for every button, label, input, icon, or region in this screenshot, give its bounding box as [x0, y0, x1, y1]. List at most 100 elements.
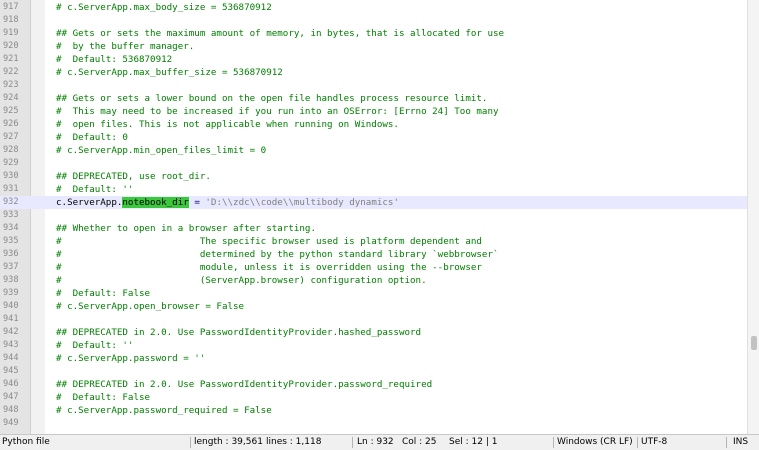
status-separator — [726, 437, 727, 448]
code-comment: # c.ServerApp.max_buffer_size = 53687091… — [56, 67, 283, 78]
code-line[interactable]: 924 ## Gets or sets a lower bound on the … — [0, 92, 748, 105]
scrollbar-thumb[interactable] — [751, 336, 757, 350]
line-number: 921 — [3, 54, 19, 64]
code-line[interactable]: 926 # open files. This is not applicable … — [0, 118, 748, 131]
code-comment: # c.ServerApp.max_body_size = 536870912 — [56, 2, 272, 13]
code-comment: ## Whether to open in a browser after st… — [56, 223, 316, 234]
line-number: 919 — [3, 28, 19, 38]
code-line[interactable]: 944 # c.ServerApp.password = '' — [0, 352, 748, 365]
code-comment: # by the buffer manager. — [56, 41, 195, 52]
string-literal: 'D:\\zdc\\code\\multibody dynamics' — [205, 197, 399, 208]
code-comment: # Default: '' — [56, 184, 134, 195]
code-line[interactable]: 943 # Default: '' — [0, 339, 748, 352]
code-line[interactable]: 928 # c.ServerApp.min_open_files_limit = … — [0, 144, 748, 157]
status-separator — [637, 437, 638, 448]
line-number: 922 — [3, 67, 19, 77]
code-line[interactable]: 941 — [0, 313, 748, 326]
code-line[interactable]: 929 — [0, 157, 748, 170]
code-line[interactable]: 923 — [0, 79, 748, 92]
line-number: 939 — [3, 288, 19, 298]
status-lines: lines : 1,118 — [266, 437, 322, 447]
vertical-scrollbar[interactable] — [747, 0, 759, 434]
code-line[interactable]: 920 # by the buffer manager. — [0, 40, 748, 53]
code-line[interactable]: 938 # (ServerApp.browser) configuration o… — [0, 274, 748, 287]
status-separator — [553, 437, 554, 448]
line-number: 928 — [3, 145, 19, 155]
line-number: 937 — [3, 262, 19, 272]
code-line[interactable]: 947 # Default: False — [0, 391, 748, 404]
status-bar: Python file length : 39,561 lines : 1,11… — [0, 434, 759, 450]
code-comment: ## DEPRECATED, use root_dir. — [56, 171, 211, 182]
code-comment: # Default: 0 — [56, 132, 128, 143]
line-number: 917 — [3, 2, 19, 12]
status-encoding: UTF-8 — [641, 437, 668, 447]
code-line[interactable]: 922 # c.ServerApp.max_buffer_size = 53687… — [0, 66, 748, 79]
status-eol: Windows (CR LF) — [557, 437, 633, 447]
line-number: 940 — [3, 301, 19, 311]
line-number: 935 — [3, 236, 19, 246]
code-comment: ## Gets or sets the maximum amount of me… — [56, 28, 505, 39]
line-number: 927 — [3, 132, 19, 142]
line-number: 933 — [3, 210, 19, 220]
line-number: 945 — [3, 366, 19, 376]
code-line-current[interactable]: 932 c.ServerApp.notebook_dir = 'D:\\zdc\\… — [0, 196, 748, 209]
line-number: 946 — [3, 379, 19, 389]
line-number: 941 — [3, 314, 19, 324]
code-line[interactable]: 921 # Default: 536870912 — [0, 53, 748, 66]
status-file-type: Python file — [2, 437, 50, 447]
code-comment: # open files. This is not applicable whe… — [56, 119, 399, 130]
line-number: 938 — [3, 275, 19, 285]
code-line[interactable]: 933 — [0, 209, 748, 222]
status-col: Col : 25 — [402, 437, 437, 447]
code-line[interactable]: 940 # c.ServerApp.open_browser = False — [0, 300, 748, 313]
code-statement: c.ServerApp.notebook_dir = 'D:\\zdc\\cod… — [56, 196, 399, 209]
line-number: 936 — [3, 249, 19, 259]
code-line[interactable]: 934 ## Whether to open in a browser after… — [0, 222, 748, 235]
code-line[interactable]: 927 # Default: 0 — [0, 131, 748, 144]
code-comment: ## DEPRECATED in 2.0. Use PasswordIdenti… — [56, 327, 422, 338]
line-number: 948 — [3, 405, 19, 415]
code-line[interactable]: 919 ## Gets or sets the maximum amount of… — [0, 27, 748, 40]
line-number: 924 — [3, 93, 19, 103]
line-number: 934 — [3, 223, 19, 233]
code-comment: # c.ServerApp.password_required = False — [56, 405, 272, 416]
code-line[interactable]: 917 # c.ServerApp.max_body_size = 5368709… — [0, 1, 748, 14]
code-object: c.ServerApp. — [56, 197, 123, 208]
code-comment: # c.ServerApp.password = '' — [56, 353, 206, 364]
code-line[interactable]: 937 # module, unless it is overridden usi… — [0, 261, 748, 274]
code-line[interactable]: 949 — [0, 417, 748, 430]
code-comment: # Default: 536870912 — [56, 54, 173, 65]
code-line[interactable]: 931 # Default: '' — [0, 183, 748, 196]
code-line[interactable]: 925 # This may need to be increased if yo… — [0, 105, 748, 118]
code-line[interactable]: 936 # determined by the python standard l… — [0, 248, 748, 261]
highlighted-token: notebook_dir — [122, 197, 189, 208]
code-comment: # determined by the python standard libr… — [56, 249, 499, 260]
line-number: 949 — [3, 418, 19, 428]
editor-view[interactable]: 917 # c.ServerApp.max_body_size = 5368709… — [0, 0, 759, 434]
code-line[interactable]: 918 — [0, 14, 748, 27]
code-line[interactable]: 939 # Default: False — [0, 287, 748, 300]
code-comment: # Default: False — [56, 392, 151, 403]
code-line[interactable]: 945 — [0, 365, 748, 378]
code-line[interactable]: 930 ## DEPRECATED, use root_dir. — [0, 170, 748, 183]
code-comment: # module, unless it is overridden using … — [56, 262, 482, 273]
code-lines[interactable]: 917 # c.ServerApp.max_body_size = 5368709… — [0, 1, 748, 430]
code-comment: ## Gets or sets a lower bound on the ope… — [56, 93, 488, 104]
status-mode: INS — [733, 437, 749, 447]
code-line[interactable]: 948 # c.ServerApp.password_required = Fal… — [0, 404, 748, 417]
code-line[interactable]: 942 ## DEPRECATED in 2.0. Use PasswordIde… — [0, 326, 748, 339]
code-comment: # c.ServerApp.min_open_files_limit = 0 — [56, 145, 267, 156]
code-line[interactable]: 946 ## DEPRECATED in 2.0. Use PasswordIde… — [0, 378, 748, 391]
line-number: 923 — [3, 80, 19, 90]
assignment-operator: = — [188, 197, 206, 208]
line-number: 920 — [3, 41, 19, 51]
code-comment: # The specific browser used is platform … — [56, 236, 482, 247]
line-number: 947 — [3, 392, 19, 402]
code-line[interactable]: 935 # The specific browser used is platfo… — [0, 235, 748, 248]
status-separator — [190, 437, 191, 448]
line-number: 930 — [3, 171, 19, 181]
code-comment: # c.ServerApp.open_browser = False — [56, 301, 245, 312]
line-number: 943 — [3, 340, 19, 350]
status-ln: Ln : 932 — [357, 437, 394, 447]
line-number: 929 — [3, 158, 19, 168]
